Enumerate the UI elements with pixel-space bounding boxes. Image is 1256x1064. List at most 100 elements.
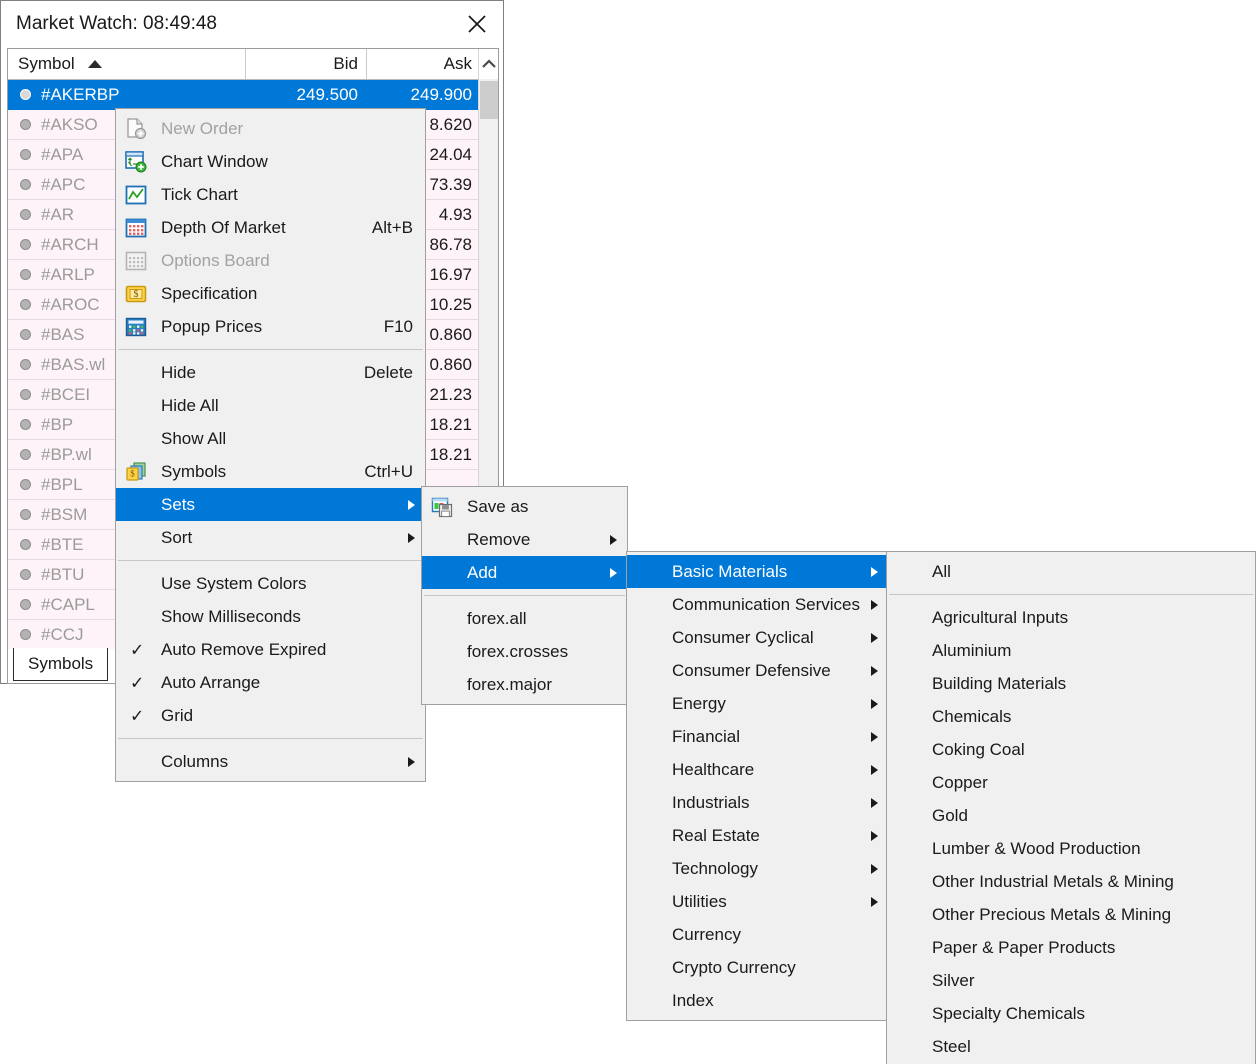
scrollbar-thumb[interactable]: [480, 81, 498, 119]
menu-item-chemicals[interactable]: Chemicals: [887, 700, 1255, 733]
menu-item-aluminium[interactable]: Aluminium: [887, 634, 1255, 667]
menu-item-coking-coal[interactable]: Coking Coal: [887, 733, 1255, 766]
menu-item-chart-window[interactable]: Chart Window: [116, 145, 425, 178]
menu-separator: [118, 349, 423, 350]
menu-item-other-industrial-metals-mining[interactable]: Other Industrial Metals & Mining: [887, 865, 1255, 898]
menu-item-options-board: Options Board: [116, 244, 425, 277]
menu-item-grid[interactable]: ✓Grid: [116, 699, 425, 732]
depth-of-market-icon: [124, 216, 148, 240]
menu-item-forex-major[interactable]: forex.major: [422, 668, 627, 701]
menu-item-lumber-wood-production[interactable]: Lumber & Wood Production: [887, 832, 1255, 865]
symbol-label: #BAS: [41, 325, 84, 345]
table-header-row: Symbol Bid Ask: [8, 49, 498, 80]
column-header-ask[interactable]: Ask: [367, 49, 480, 79]
submenu-arrow-icon: [871, 567, 878, 577]
submenu-arrow-icon: [408, 533, 415, 543]
symbol-label: #BTU: [41, 565, 84, 585]
menu-item-consumer-defensive[interactable]: Consumer Defensive: [627, 654, 888, 687]
submenu-arrow-icon: [871, 798, 878, 808]
symbol-status-icon: [20, 299, 31, 310]
close-icon[interactable]: [459, 7, 495, 41]
menu-item-energy[interactable]: Energy: [627, 687, 888, 720]
column-header-bid[interactable]: Bid: [246, 49, 367, 79]
save-as-icon: [430, 495, 454, 519]
menu-item-columns[interactable]: Columns: [116, 745, 425, 778]
menu-item-popup-prices[interactable]: Popup PricesF10: [116, 310, 425, 343]
menu-item-label: All: [887, 562, 951, 582]
menu-item-utilities[interactable]: Utilities: [627, 885, 888, 918]
menu-item-consumer-cyclical[interactable]: Consumer Cyclical: [627, 621, 888, 654]
menu-item-label: Currency: [627, 925, 741, 945]
menu-item-healthcare[interactable]: Healthcare: [627, 753, 888, 786]
menu-item-basic-materials[interactable]: Basic Materials: [627, 555, 888, 588]
menu-item-tick-chart[interactable]: Tick Chart: [116, 178, 425, 211]
scroll-up-icon[interactable]: [479, 49, 498, 79]
menu-item-remove[interactable]: Remove: [422, 523, 627, 556]
menu-item-real-estate[interactable]: Real Estate: [627, 819, 888, 852]
new-order-icon: [124, 117, 148, 141]
menu-item-label: Hide: [116, 363, 196, 383]
symbol-status-icon: [20, 329, 31, 340]
menu-item-financial[interactable]: Financial: [627, 720, 888, 753]
menu-item-communication-services[interactable]: Communication Services: [627, 588, 888, 621]
menu-item-specialty-chemicals[interactable]: Specialty Chemicals: [887, 997, 1255, 1030]
menu-item-forex-crosses[interactable]: forex.crosses: [422, 635, 627, 668]
menu-item-hide[interactable]: HideDelete: [116, 356, 425, 389]
symbol-status-icon: [20, 209, 31, 220]
menu-item-index[interactable]: Index: [627, 984, 888, 1017]
submenu-arrow-icon: [871, 633, 878, 643]
menu-item-specification[interactable]: $Specification: [116, 277, 425, 310]
menu-item-save-as[interactable]: Save as: [422, 490, 627, 523]
menu-item-label: Energy: [627, 694, 726, 714]
symbol-label: #BAS.wl: [41, 355, 105, 375]
menu-item-steel[interactable]: Steel: [887, 1030, 1255, 1063]
menu-item-label: Other Precious Metals & Mining: [887, 905, 1171, 925]
symbol-label: #AROC: [41, 295, 100, 315]
column-header-symbol[interactable]: Symbol: [8, 49, 246, 79]
menu-item-show-all[interactable]: Show All: [116, 422, 425, 455]
table-row[interactable]: #AKERBP249.500249.900: [8, 80, 498, 110]
menu-item-auto-remove-expired[interactable]: ✓Auto Remove Expired: [116, 633, 425, 666]
menu-item-sets[interactable]: Sets: [116, 488, 425, 521]
menu-item-paper-paper-products[interactable]: Paper & Paper Products: [887, 931, 1255, 964]
menu-item-label: Gold: [887, 806, 968, 826]
symbol-label: #AR: [41, 205, 74, 225]
menu-item-label: Technology: [627, 859, 758, 879]
menu-item-gold[interactable]: Gold: [887, 799, 1255, 832]
menu-item-silver[interactable]: Silver: [887, 964, 1255, 997]
symbol-status-icon: [20, 389, 31, 400]
menu-separator: [118, 738, 423, 739]
symbol-label: #CCJ: [41, 625, 84, 645]
menu-item-forex-all[interactable]: forex.all: [422, 602, 627, 635]
menu-item-currency[interactable]: Currency: [627, 918, 888, 951]
page-title: Market Watch: 08:49:48: [16, 13, 217, 35]
menu-item-agricultural-inputs[interactable]: Agricultural Inputs: [887, 601, 1255, 634]
menu-item-crypto-currency[interactable]: Crypto Currency: [627, 951, 888, 984]
menu-item-building-materials[interactable]: Building Materials: [887, 667, 1255, 700]
menu-item-label: Auto Remove Expired: [116, 640, 326, 660]
menu-item-label: Specialty Chemicals: [887, 1004, 1085, 1024]
menu-item-label: Sets: [116, 495, 195, 515]
menu-item-label: forex.major: [422, 675, 552, 695]
submenu-arrow-icon: [871, 666, 878, 676]
menu-item-label: Sort: [116, 528, 192, 548]
menu-item-technology[interactable]: Technology: [627, 852, 888, 885]
menu-item-show-milliseconds[interactable]: Show Milliseconds: [116, 600, 425, 633]
menu-item-add[interactable]: Add: [422, 556, 627, 589]
tab-symbols[interactable]: Symbols: [13, 648, 108, 681]
menu-item-shortcut: F10: [384, 317, 413, 337]
menu-item-symbols[interactable]: $SymbolsCtrl+U: [116, 455, 425, 488]
menu-item-copper[interactable]: Copper: [887, 766, 1255, 799]
menu-item-label: Show All: [116, 429, 226, 449]
check-icon: ✓: [130, 674, 144, 691]
menu-item-hide-all[interactable]: Hide All: [116, 389, 425, 422]
menu-item-all[interactable]: All: [887, 555, 1255, 588]
menu-item-sort[interactable]: Sort: [116, 521, 425, 554]
popup-prices-icon: [124, 315, 148, 339]
menu-item-industrials[interactable]: Industrials: [627, 786, 888, 819]
menu-item-use-system-colors[interactable]: Use System Colors: [116, 567, 425, 600]
basic-materials-submenu: All Agricultural InputsAluminiumBuilding …: [886, 551, 1256, 1064]
menu-item-other-precious-metals-mining[interactable]: Other Precious Metals & Mining: [887, 898, 1255, 931]
menu-item-depth-of-market[interactable]: Depth Of MarketAlt+B: [116, 211, 425, 244]
menu-item-auto-arrange[interactable]: ✓Auto Arrange: [116, 666, 425, 699]
